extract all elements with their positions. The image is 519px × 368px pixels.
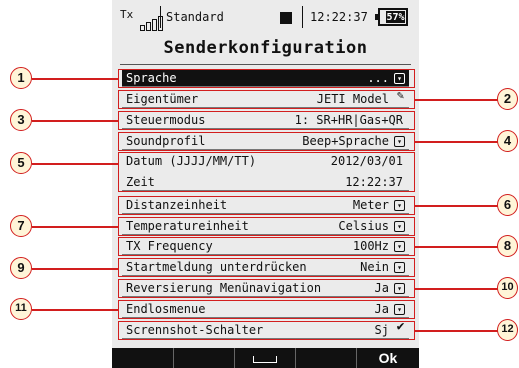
leader-line: [415, 99, 499, 101]
callout-5: 5: [10, 152, 32, 174]
leader-line: [415, 288, 499, 290]
highlight-7: [118, 217, 415, 236]
ok-button[interactable]: Ok: [357, 348, 419, 368]
leader-line: [415, 246, 499, 248]
leader-line: [415, 330, 499, 332]
function-key-bar: Ok: [112, 348, 419, 368]
title-divider: [120, 64, 411, 65]
highlight-3: [118, 111, 415, 130]
highlight-10: [118, 279, 415, 298]
callout-4: 4: [497, 130, 518, 152]
battery-level: 57%: [386, 11, 405, 23]
tx-label: Tx: [120, 8, 134, 21]
status-divider: [302, 6, 303, 28]
callout-9: 9: [10, 257, 32, 279]
leader-line: [32, 268, 118, 270]
leader-line: [32, 309, 118, 311]
leader-line: [32, 226, 118, 228]
battery-icon: 57%: [375, 8, 408, 26]
scroll-icon: [253, 355, 277, 363]
status-bar: Tx Standard 12:22:37 57%: [112, 0, 419, 34]
highlight-2: [118, 90, 415, 109]
callout-8: 8: [497, 235, 518, 257]
status-time: 12:22:37: [310, 10, 368, 24]
callout-2: 2: [497, 88, 518, 110]
model-name: Standard: [166, 10, 224, 24]
page-title: Senderkonfiguration: [163, 38, 368, 58]
function-key-3[interactable]: [235, 348, 296, 368]
leader-line: [32, 78, 118, 80]
callout-6: 6: [497, 194, 518, 216]
highlight-5: [118, 152, 415, 192]
highlight-12: [118, 321, 415, 340]
callout-7: 7: [10, 215, 32, 237]
highlight-8: [118, 237, 415, 256]
callout-10: 10: [497, 277, 518, 299]
callout-1: 1: [10, 67, 32, 89]
callout-11: 11: [10, 298, 32, 320]
leader-line: [415, 141, 499, 143]
callout-12: 12: [497, 319, 518, 341]
highlight-11: [118, 300, 415, 319]
leader-line: [32, 163, 118, 165]
leader-line: [415, 205, 499, 207]
highlight-4: [118, 132, 415, 151]
function-key-1[interactable]: [112, 348, 174, 368]
callout-3: 3: [10, 109, 32, 131]
highlight-1: [118, 69, 415, 88]
leader-line: [32, 120, 118, 122]
status-square-icon: [280, 12, 292, 24]
highlight-9: [118, 258, 415, 277]
function-key-4[interactable]: [296, 348, 357, 368]
function-key-2[interactable]: [174, 348, 235, 368]
highlight-6: [118, 196, 415, 215]
status-divider: [160, 6, 161, 28]
